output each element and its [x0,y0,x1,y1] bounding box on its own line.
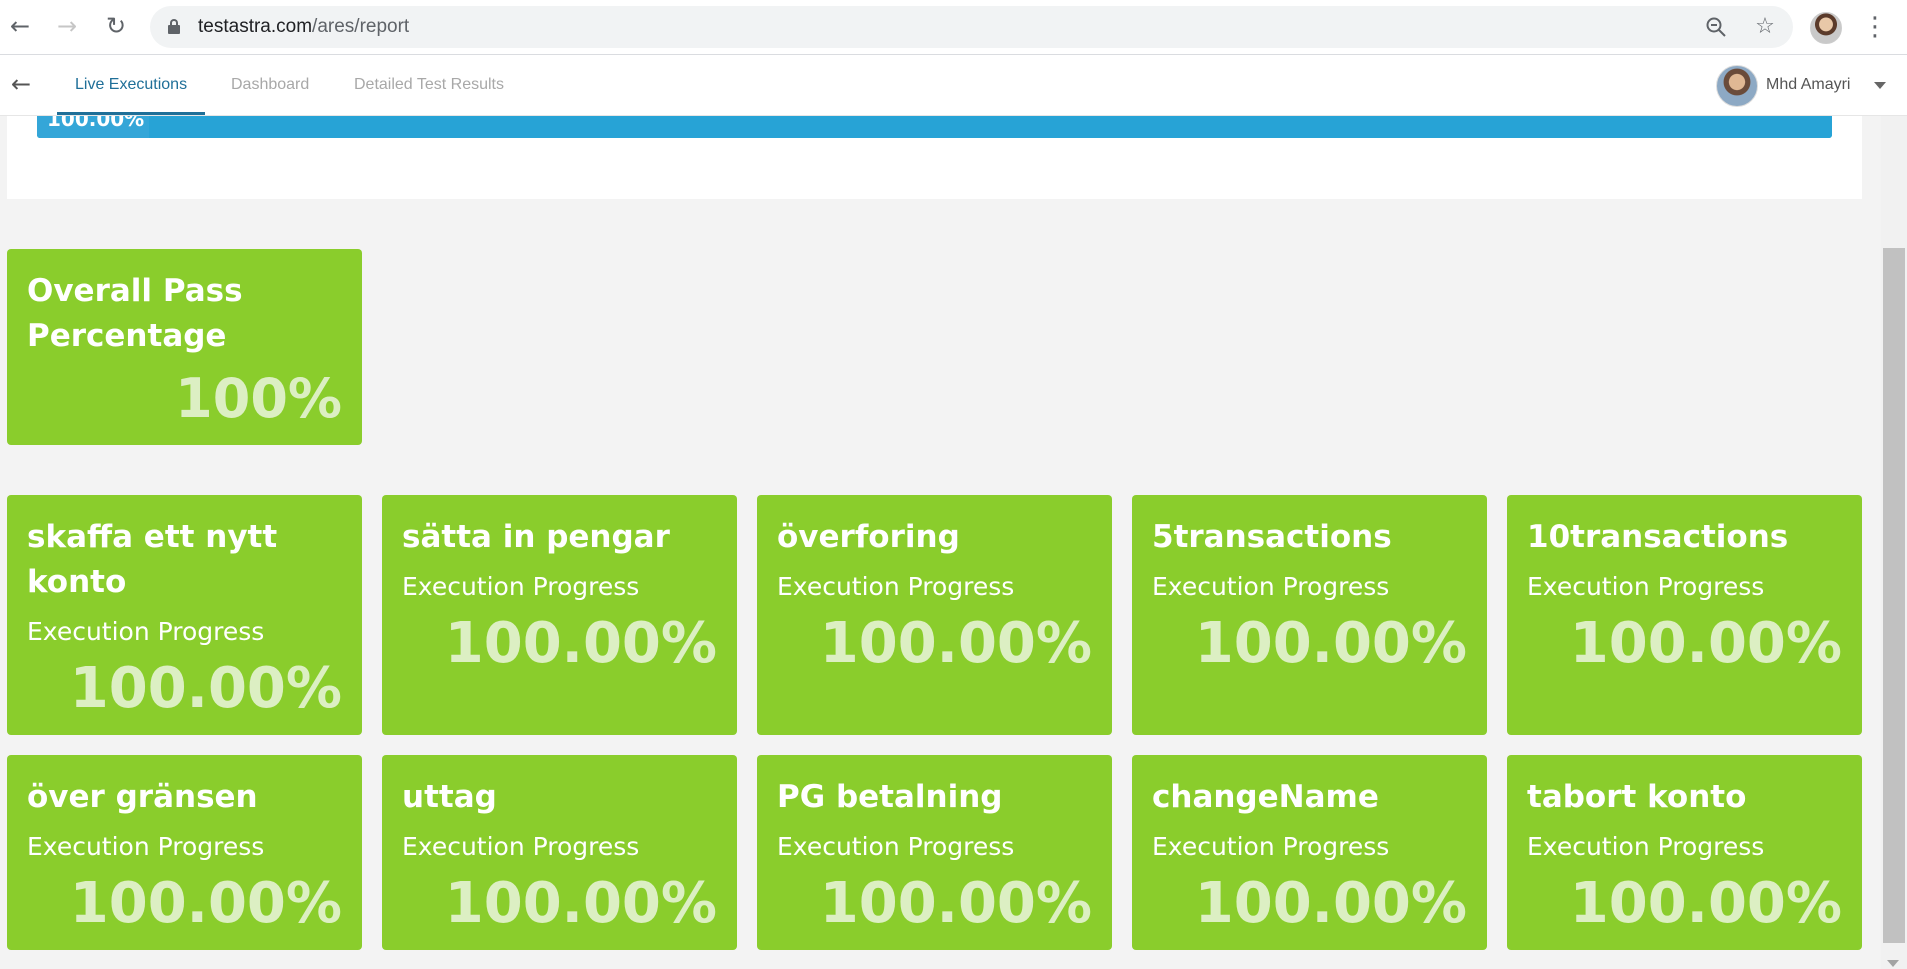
test-tile[interactable]: 5transactions Execution Progress 100.00% [1132,495,1487,735]
test-progress-value: 100.00% [1569,871,1842,936]
overall-pass-title: Overall Pass Percentage [27,273,243,354]
user-name[interactable]: Mhd Amayri [1766,55,1850,115]
test-tile[interactable]: PG betalning Execution Progress 100.00% [757,755,1112,950]
url-text[interactable]: testastra.com/ares/report [198,16,409,38]
test-name: changeName [1152,779,1379,815]
star-icon[interactable]: ☆ [1752,14,1778,40]
scroll-down-arrow-icon[interactable] [1887,960,1899,967]
test-tile[interactable]: sätta in pengar Execution Progress 100.0… [382,495,737,735]
test-name: skaffa ett nytt konto [27,519,278,600]
browser-profile-avatar[interactable] [1810,12,1842,44]
test-tile[interactable]: uttag Execution Progress 100.00% [382,755,737,950]
reload-icon[interactable]: ↻ [100,10,132,42]
test-tile[interactable]: över gränsen Execution Progress 100.00% [7,755,362,950]
browser-toolbar: ← → ↻ testastra.com/ares/report ☆ ⋮ [0,0,1907,55]
test-name: 5transactions [1152,519,1392,555]
test-progress-value: 100.00% [69,656,342,721]
page-scrollbar[interactable] [1881,116,1907,969]
test-name: över gränsen [27,779,258,815]
url-path: /ares/report [312,16,410,37]
progress-bar-label: 100.00% [47,116,145,131]
test-progress-value: 100.00% [819,611,1092,676]
test-name: överforing [777,519,960,555]
address-bar[interactable]: testastra.com/ares/report ☆ [150,6,1793,48]
url-host: testastra.com [198,16,313,37]
progress-bar: 100.00% [37,116,1832,138]
test-name: sätta in pengar [402,519,670,555]
test-progress-value: 100.00% [444,871,717,936]
tab-dashboard[interactable]: Dashboard [231,55,309,115]
test-tile[interactable]: tabort konto Execution Progress 100.00% [1507,755,1862,950]
test-progress-value: 100.00% [1569,611,1842,676]
test-tile[interactable]: changeName Execution Progress 100.00% [1132,755,1487,950]
back-arrow-icon[interactable]: ← [6,69,36,99]
app-header: ← Live Executions Dashboard Detailed Tes… [0,55,1907,116]
test-progress-value: 100.00% [1194,871,1467,936]
test-tile[interactable]: 10transactions Execution Progress 100.00… [1507,495,1862,735]
test-progress-value: 100.00% [819,871,1092,936]
test-progress-value: 100.00% [69,871,342,936]
test-subtitle: Execution Progress [777,832,1015,861]
test-subtitle: Execution Progress [1527,832,1765,861]
back-icon[interactable]: ← [4,10,36,42]
scrollbar-thumb[interactable] [1883,248,1905,943]
test-subtitle: Execution Progress [777,572,1015,601]
test-name: 10transactions [1527,519,1789,555]
test-subtitle: Execution Progress [1527,572,1765,601]
test-progress-value: 100.00% [1194,611,1467,676]
test-subtitle: Execution Progress [402,572,640,601]
test-name: tabort konto [1527,779,1747,815]
test-subtitle: Execution Progress [402,832,640,861]
test-name: PG betalning [777,779,1003,815]
test-subtitle: Execution Progress [27,617,265,646]
overall-pass-value: 100% [175,367,342,430]
chevron-down-icon[interactable] [1874,82,1886,89]
overall-progress-panel: 100.00% [7,116,1862,199]
test-name: uttag [402,779,497,815]
tab-detailed-test-results[interactable]: Detailed Test Results [354,55,504,115]
overall-pass-tile: Overall Pass Percentage 100% [7,249,362,445]
test-tile[interactable]: skaffa ett nytt konto Execution Progress… [7,495,362,735]
test-subtitle: Execution Progress [1152,832,1390,861]
test-subtitle: Execution Progress [1152,572,1390,601]
zoom-out-icon[interactable] [1703,14,1729,40]
progress-bar-fill [37,116,1832,138]
lock-icon [168,19,180,34]
forward-icon[interactable]: → [51,10,83,42]
test-progress-value: 100.00% [444,611,717,676]
user-avatar[interactable] [1716,65,1758,107]
test-tile[interactable]: överforing Execution Progress 100.00% [757,495,1112,735]
kebab-menu-icon[interactable]: ⋮ [1862,12,1888,42]
tab-live-executions[interactable]: Live Executions [56,55,206,115]
test-subtitle: Execution Progress [27,832,265,861]
